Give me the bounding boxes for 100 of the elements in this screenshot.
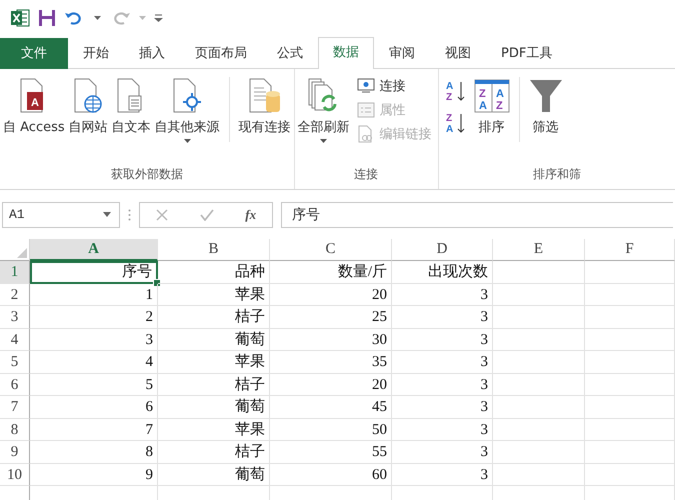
table-cell: 3 [392,306,493,328]
table-cell: 葡萄 [158,464,270,486]
table-cell: 20 [270,374,392,396]
table-cell: 3 [392,396,493,418]
ribbon-button[interactable]: 自其他来源 [154,75,221,162]
grip-icon [128,208,131,220]
name-box[interactable]: A1 [2,202,120,228]
row-header[interactable]: 3 [0,306,30,328]
table-cell: 7 [30,418,158,441]
file-tab[interactable]: 文件 [0,38,68,69]
column-header[interactable]: D [392,239,493,261]
ribbon-tab[interactable]: 审阅 [374,38,430,69]
ribbon-button[interactable]: A 自 Access [2,75,66,162]
formula-input[interactable]: 序号 [281,202,673,228]
ribbon-button[interactable]: 现有连接 [238,75,292,162]
table-cell: 葡萄 [158,396,270,418]
table-cell: 5 [30,374,158,396]
caret-icon[interactable] [94,16,101,20]
column-header[interactable]: E [493,239,585,261]
ribbon-tab[interactable]: PDF工具 [486,38,568,69]
table-cell: 9 [30,464,158,486]
ribbon-button[interactable]: Z A A Z 排序 [472,75,511,162]
monitor-icon [356,78,375,94]
corner-triangle-icon [17,248,27,258]
row-header[interactable]: 10 [0,464,30,486]
table-cell: 3 [30,328,158,351]
table-cell: 3 [392,284,493,306]
ribbon-tab[interactable]: 数据 [318,37,374,69]
select-all-corner[interactable] [0,239,30,261]
column-header[interactable]: F [585,239,675,261]
group-label: 连接 [353,166,380,183]
table-cell: 55 [270,441,392,464]
column-header[interactable]: C [270,239,392,261]
table-cell: 4 [30,351,158,374]
spreadsheet-logo-icon[interactable] [10,8,30,28]
table-cell: 20 [270,284,392,306]
ribbon-button[interactable]: 全部刷新 [296,75,351,162]
filter-icon [528,78,563,114]
table-cell: 50 [270,418,392,441]
row-header[interactable]: 1 [0,261,30,284]
caret-icon [103,212,111,217]
ribbon-small-button[interactable]: 连接 [356,77,432,95]
list-icon [356,102,375,118]
table-cell: 6 [30,396,158,418]
fill-handle[interactable] [153,278,161,286]
table-cell: 45 [270,396,392,418]
caret-icon [184,139,191,143]
table-cell: 3 [392,351,493,374]
group-label: 排序和筛 [532,166,582,183]
table-cell: 3 [392,464,493,486]
document-globe-icon [73,78,104,114]
row-header[interactable]: 4 [0,328,30,351]
document-link-icon [356,125,375,143]
table-cell: 数量/斤 [270,261,392,284]
table-cell: 3 [392,418,493,441]
table-cell: 桔子 [158,306,270,328]
row-header[interactable]: 8 [0,418,30,441]
ribbon-button[interactable]: 筛选 [528,75,564,162]
table-cell: 35 [270,351,392,374]
row-header[interactable]: 6 [0,374,30,396]
check-icon[interactable] [200,208,214,220]
column-header[interactable]: B [158,239,270,261]
table-cell: 品种 [158,261,270,284]
table-cell: 3 [392,374,493,396]
ribbon-tab[interactable]: 页面布局 [180,38,262,69]
table-cell: 苹果 [158,351,270,374]
sort-ascending-button[interactable]: A Z [444,79,467,103]
column-header[interactable]: A [30,239,158,261]
ribbon-button[interactable]: 自网站 [68,75,109,162]
row-header[interactable]: 2 [0,284,30,306]
table-cell: 葡萄 [158,328,270,351]
table-cell: 苹果 [158,418,270,441]
insert-function-button[interactable]: fx [245,206,256,222]
table-cell: 桔子 [158,374,270,396]
table-cell: 出现次数 [392,261,493,284]
ribbon-tab[interactable]: 公式 [262,38,318,69]
ribbon-tab[interactable]: 插入 [124,38,180,69]
ribbon-tab[interactable]: 视图 [430,38,486,69]
table-cell: 桔子 [158,441,270,464]
document-node-icon [172,78,202,114]
table-cell: 8 [30,441,158,464]
table-cell: 苹果 [158,284,270,306]
customize-menu-icon[interactable] [154,14,163,22]
table-cell: 3 [392,328,493,351]
caret-icon [320,139,328,143]
row-header[interactable]: 9 [0,441,30,464]
sort-icon: Z A A Z [474,79,510,113]
table-cell: 1 [30,284,158,306]
table-cell: 25 [270,306,392,328]
row-header[interactable]: 7 [0,396,30,418]
ribbon-button[interactable]: 自文本 [110,75,152,162]
group-label: 获取外部数据 [110,166,184,183]
row-header[interactable]: 5 [0,351,30,374]
ribbon-tab[interactable]: 开始 [68,38,124,69]
table-cell: 3 [392,441,493,464]
table-cell: 30 [270,328,392,351]
table-cell: 2 [30,306,158,328]
sort-descending-button[interactable]: Z A [444,111,467,135]
document-database-icon [248,78,282,114]
table-cell: 60 [270,464,392,486]
